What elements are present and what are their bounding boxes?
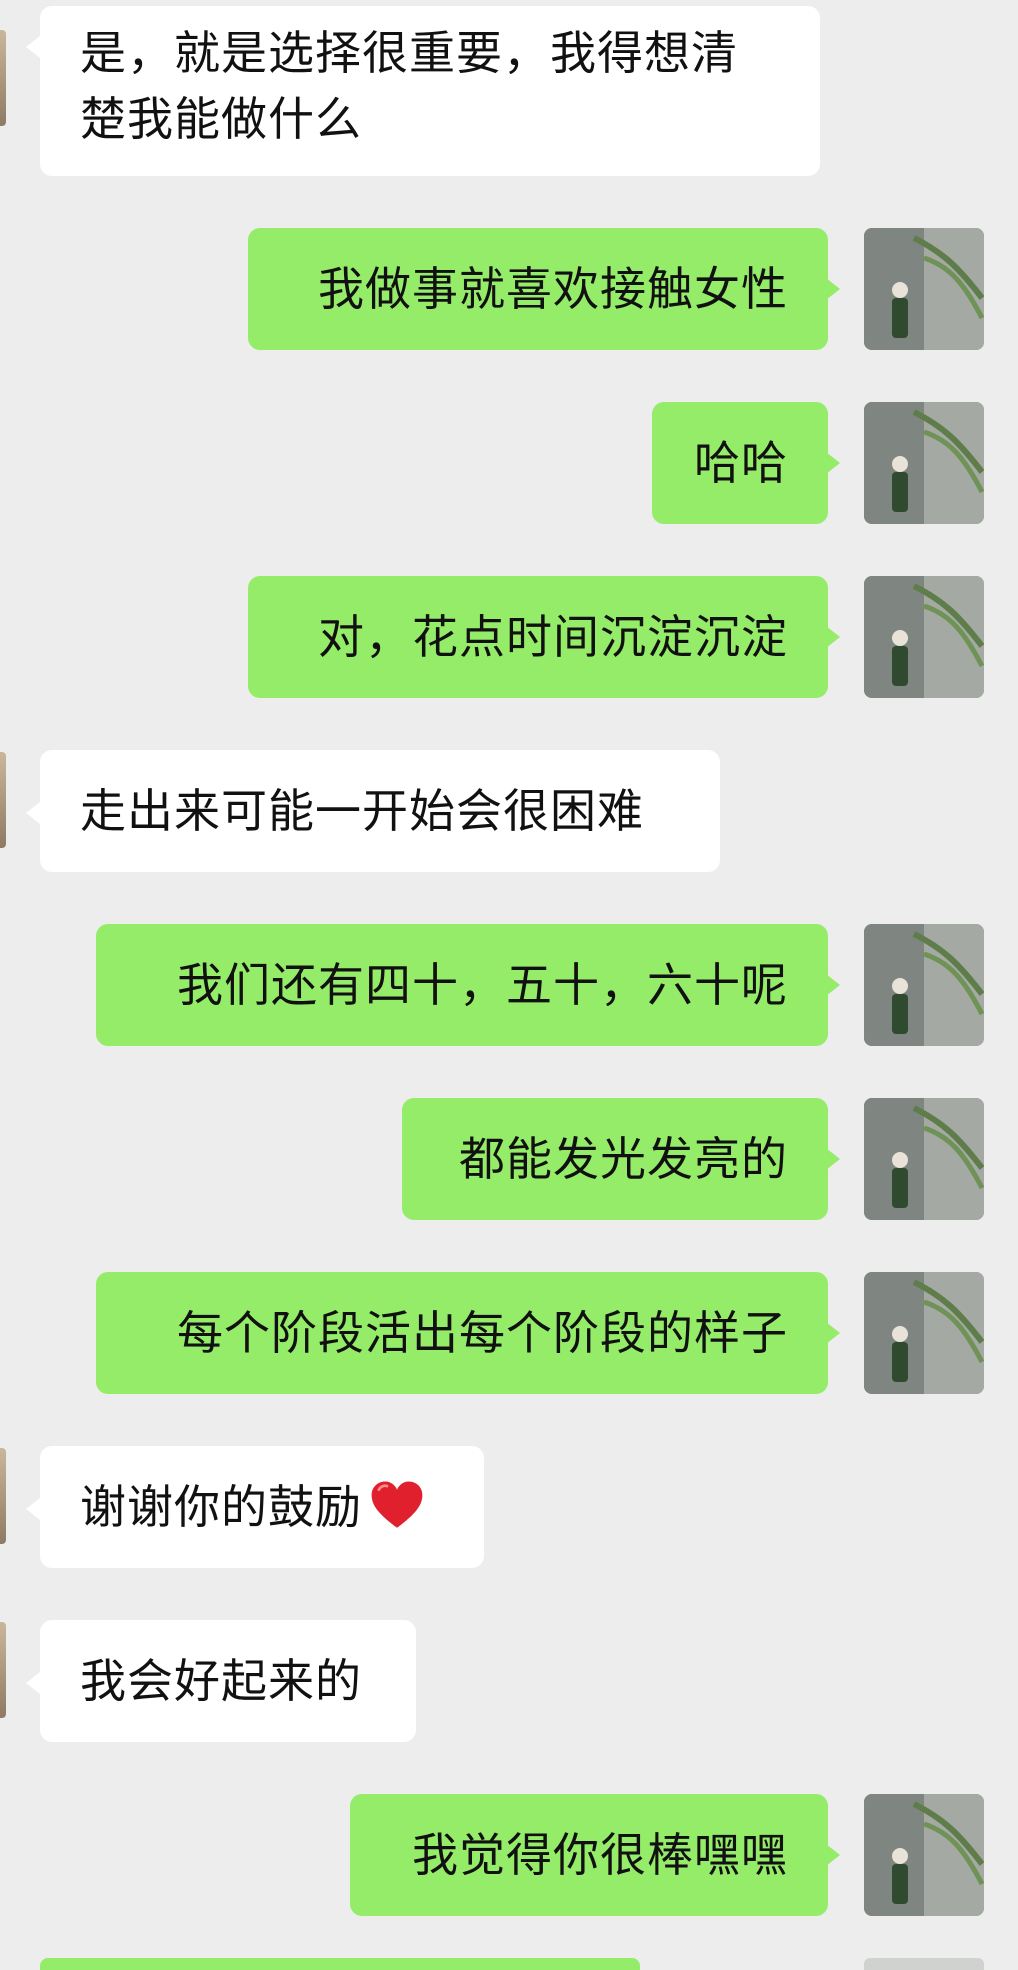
user-avatar[interactable] xyxy=(864,228,984,350)
contact-avatar[interactable] xyxy=(0,1622,6,1718)
bubble-tail xyxy=(826,452,840,474)
chat-area[interactable]: 是，就是选择很重要，我得想清楚我能做什么 我做事就喜欢接触女性 哈哈 对，花点时… xyxy=(0,0,1018,1970)
outgoing-message-bubble[interactable]: 我们还有四十，五十，六十呢 xyxy=(96,924,828,1046)
avatar-photo xyxy=(864,576,984,698)
outgoing-message-bubble[interactable]: 对，花点时间沉淀沉淀 xyxy=(248,576,828,698)
avatar-photo xyxy=(864,924,984,1046)
avatar-photo xyxy=(864,1098,984,1220)
outgoing-message-bubble-partial[interactable] xyxy=(40,1958,640,1970)
avatar-photo xyxy=(864,402,984,524)
message-text: 都能发光发亮的 xyxy=(459,1132,788,1186)
user-avatar[interactable] xyxy=(864,402,984,524)
incoming-message-bubble[interactable]: 谢谢你的鼓励 xyxy=(40,1446,484,1568)
message-text: 对，花点时间沉淀沉淀 xyxy=(318,610,788,664)
user-avatar-partial[interactable] xyxy=(864,1958,984,1970)
bubble-tail xyxy=(826,1148,840,1170)
message-text: 我会好起来的 xyxy=(80,1654,362,1708)
message-text: 我们还有四十，五十，六十呢 xyxy=(177,958,788,1012)
incoming-message-bubble[interactable]: 是，就是选择很重要，我得想清楚我能做什么 xyxy=(40,6,820,176)
red-heart-emoji-icon xyxy=(371,1481,423,1528)
bubble-tail xyxy=(826,626,840,648)
contact-avatar[interactable] xyxy=(0,1448,6,1544)
bubble-tail xyxy=(826,1322,840,1344)
user-avatar[interactable] xyxy=(864,576,984,698)
outgoing-message-bubble[interactable]: 哈哈 xyxy=(652,402,828,524)
bubble-tail xyxy=(26,36,40,58)
message-text: 是，就是选择很重要，我得想清楚我能做什么 xyxy=(80,26,738,146)
avatar-photo xyxy=(864,1272,984,1394)
user-avatar[interactable] xyxy=(864,1272,984,1394)
avatar-photo xyxy=(864,1794,984,1916)
contact-avatar[interactable] xyxy=(0,30,6,126)
user-avatar[interactable] xyxy=(864,1794,984,1916)
message-text: 我做事就喜欢接触女性 xyxy=(318,262,788,316)
incoming-message-bubble[interactable]: 我会好起来的 xyxy=(40,1620,416,1742)
avatar-photo xyxy=(864,228,984,350)
contact-avatar[interactable] xyxy=(0,752,6,848)
bubble-tail xyxy=(26,1498,40,1520)
user-avatar[interactable] xyxy=(864,1098,984,1220)
bubble-tail xyxy=(826,278,840,300)
outgoing-message-bubble[interactable]: 我做事就喜欢接触女性 xyxy=(248,228,828,350)
message-text: 我觉得你很棒嘿嘿 xyxy=(412,1828,788,1882)
incoming-message-bubble[interactable]: 走出来可能一开始会很困难 xyxy=(40,750,720,872)
user-avatar[interactable] xyxy=(864,924,984,1046)
message-text: 哈哈 xyxy=(694,436,788,490)
outgoing-message-bubble[interactable]: 都能发光发亮的 xyxy=(402,1098,828,1220)
outgoing-message-bubble[interactable]: 我觉得你很棒嘿嘿 xyxy=(350,1794,828,1916)
outgoing-message-bubble[interactable]: 每个阶段活出每个阶段的样子 xyxy=(96,1272,828,1394)
bubble-tail xyxy=(26,1672,40,1694)
bubble-tail xyxy=(826,1844,840,1866)
bubble-tail xyxy=(826,974,840,996)
message-text: 每个阶段活出每个阶段的样子 xyxy=(177,1306,788,1360)
message-text: 谢谢你的鼓励 xyxy=(80,1480,362,1534)
bubble-tail xyxy=(26,802,40,824)
message-text: 走出来可能一开始会很困难 xyxy=(80,784,644,838)
